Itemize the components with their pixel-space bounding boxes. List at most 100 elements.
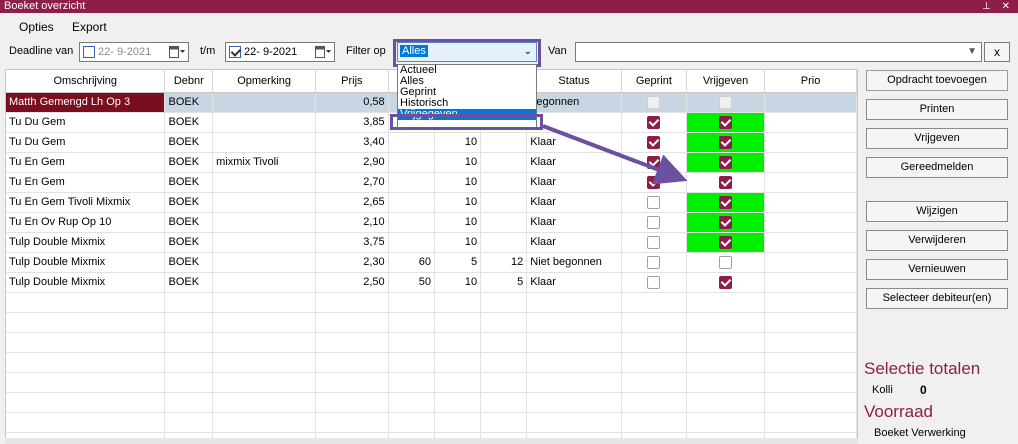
- vrijgeven-checkbox[interactable]: [719, 95, 733, 109]
- cell-prio[interactable]: [764, 192, 857, 213]
- cell-aant[interactable]: [388, 152, 436, 173]
- cell-opmerking[interactable]: [212, 272, 317, 293]
- cell-opmerking[interactable]: [212, 192, 317, 213]
- cell-status[interactable]: Klaar: [526, 152, 622, 173]
- cell-prijs[interactable]: 2,90: [315, 152, 389, 173]
- cell-status[interactable]: Klaar: [526, 232, 622, 253]
- gereedmelden-button[interactable]: Gereedmelden: [866, 157, 1008, 178]
- cell-prio[interactable]: [764, 132, 857, 153]
- cell-aant[interactable]: [388, 232, 436, 253]
- cell-status[interactable]: Klaar: [526, 212, 622, 233]
- cell-prio[interactable]: [764, 212, 857, 233]
- cell-debnr[interactable]: BOEK: [164, 232, 214, 253]
- cell-prio[interactable]: [764, 172, 857, 193]
- col-debnr[interactable]: Debnr: [164, 70, 214, 93]
- window-controls[interactable]: ⊥ ✕: [982, 0, 1014, 13]
- geprint-checkbox[interactable]: [647, 215, 661, 229]
- cell-opmerking[interactable]: mixmix Tivoli: [212, 152, 317, 173]
- vrijgeven-checkbox[interactable]: [719, 175, 733, 189]
- deadline-from-picker[interactable]: 22- 9-2021: [79, 42, 189, 62]
- printen-button[interactable]: Printen: [866, 99, 1008, 120]
- col-opmerking[interactable]: Opmerking: [212, 70, 317, 93]
- cell-opmerking[interactable]: [212, 92, 317, 113]
- cell-c6[interactable]: 10: [434, 272, 482, 293]
- cell-prijs[interactable]: 0,58: [315, 92, 389, 113]
- cell-prio[interactable]: [764, 152, 857, 173]
- cell-aant[interactable]: 60: [388, 252, 436, 273]
- cell-omschrijving[interactable]: Tu Du Gem: [6, 132, 166, 153]
- cell-omschrijving[interactable]: Tulp Double Mixmix: [6, 232, 166, 253]
- cell-debnr[interactable]: BOEK: [164, 92, 214, 113]
- col-status[interactable]: Status: [526, 70, 622, 93]
- geprint-checkbox[interactable]: [647, 175, 661, 189]
- col-omschrijving[interactable]: Omschrijving: [6, 70, 166, 93]
- horizontal-scrollbar[interactable]: [5, 438, 858, 444]
- cell-omschrijving[interactable]: Tu En Gem: [6, 152, 166, 173]
- clear-van-button[interactable]: x: [984, 42, 1010, 62]
- cell-prio[interactable]: [764, 252, 857, 273]
- cell-c7[interactable]: [480, 232, 528, 253]
- cell-status[interactable]: begonnen: [526, 92, 622, 113]
- verwijderen-button[interactable]: Verwijderen: [866, 230, 1008, 251]
- cell-opmerking[interactable]: [212, 172, 317, 193]
- menu-opties[interactable]: Opties: [19, 20, 54, 34]
- calendar-dropdown-icon[interactable]: [169, 46, 185, 58]
- table-row[interactable]: Tulp Double Mixmix BOEK 3,75 10 Klaar: [6, 232, 857, 253]
- deadline-to-checkbox[interactable]: [229, 46, 241, 58]
- cell-omschrijving[interactable]: Tulp Double Mixmix: [6, 272, 166, 293]
- cell-debnr[interactable]: BOEK: [164, 212, 214, 233]
- cell-status[interactable]: Niet begonnen: [526, 252, 622, 273]
- cell-debnr[interactable]: BOEK: [164, 112, 214, 133]
- cell-c7[interactable]: [480, 152, 528, 173]
- cell-debnr[interactable]: BOEK: [164, 152, 214, 173]
- cell-c6[interactable]: 10: [434, 192, 482, 213]
- cell-omschrijving[interactable]: Tu En Gem Tivoli Mixmix: [6, 192, 166, 213]
- van-select[interactable]: ▼: [575, 42, 982, 62]
- cell-c7[interactable]: [480, 172, 528, 193]
- wijzigen-button[interactable]: Wijzigen: [866, 201, 1008, 222]
- geprint-checkbox[interactable]: [647, 135, 661, 149]
- geprint-checkbox[interactable]: [647, 115, 661, 129]
- geprint-checkbox[interactable]: [647, 95, 661, 109]
- cell-omschrijving[interactable]: Tu En Gem: [6, 172, 166, 193]
- table-row[interactable]: Tu En Gem BOEK 2,70 10 Klaar: [6, 172, 857, 193]
- cell-c6[interactable]: 5: [434, 252, 482, 273]
- cell-aant[interactable]: [388, 192, 436, 213]
- cell-c6[interactable]: 10: [434, 212, 482, 233]
- geprint-checkbox[interactable]: [647, 195, 661, 209]
- geprint-checkbox[interactable]: [647, 155, 661, 169]
- vrijgeven-checkbox[interactable]: [719, 215, 733, 229]
- cell-c7[interactable]: 5: [480, 272, 528, 293]
- vrijgeven-button[interactable]: Vrijgeven: [866, 128, 1008, 149]
- cell-opmerking[interactable]: [212, 212, 317, 233]
- col-geprint[interactable]: Geprint: [621, 70, 687, 93]
- vrijgeven-checkbox[interactable]: [719, 235, 733, 249]
- cell-status[interactable]: Klaar: [526, 192, 622, 213]
- cell-debnr[interactable]: BOEK: [164, 252, 214, 273]
- deadline-from-checkbox[interactable]: [83, 46, 95, 58]
- menu-export[interactable]: Export: [72, 20, 107, 34]
- vrijgeven-checkbox[interactable]: [719, 155, 733, 169]
- cell-prijs[interactable]: 2,30: [315, 252, 389, 273]
- cell-c6[interactable]: 10: [434, 132, 482, 153]
- table-row[interactable]: Tulp Double Mixmix BOEK 2,50 50 10 5 Klaar: [6, 272, 857, 293]
- selecteer-debiteuren-button[interactable]: Selecteer debiteur(en): [866, 288, 1008, 309]
- vrijgeven-checkbox[interactable]: [719, 195, 733, 209]
- col-prio[interactable]: Prio: [764, 70, 857, 93]
- cell-c6[interactable]: 10: [434, 232, 482, 253]
- cell-c6[interactable]: 10: [434, 172, 482, 193]
- cell-c7[interactable]: 12: [480, 252, 528, 273]
- cell-aant[interactable]: [388, 212, 436, 233]
- cell-prijs[interactable]: 3,85: [315, 112, 389, 133]
- cell-opmerking[interactable]: [212, 132, 317, 153]
- cell-prijs[interactable]: 3,40: [315, 132, 389, 153]
- table-row[interactable]: Tu Du Gem BOEK 3,40 10 Klaar: [6, 132, 857, 153]
- col-vrijgeven[interactable]: Vrijgeven: [686, 70, 766, 93]
- cell-debnr[interactable]: BOEK: [164, 192, 214, 213]
- cell-opmerking[interactable]: [212, 252, 317, 273]
- vernieuwen-button[interactable]: Vernieuwen: [866, 259, 1008, 280]
- vrijgeven-checkbox[interactable]: [719, 275, 733, 289]
- table-row[interactable]: Tu En Ov Rup Op 10 BOEK 2,10 10 Klaar: [6, 212, 857, 233]
- table-row[interactable]: Tulp Double Mixmix BOEK 2,30 60 5 12 Niet bego…: [6, 252, 857, 273]
- cell-omschrijving[interactable]: Matth Gemengd Lh Op 3: [6, 92, 166, 113]
